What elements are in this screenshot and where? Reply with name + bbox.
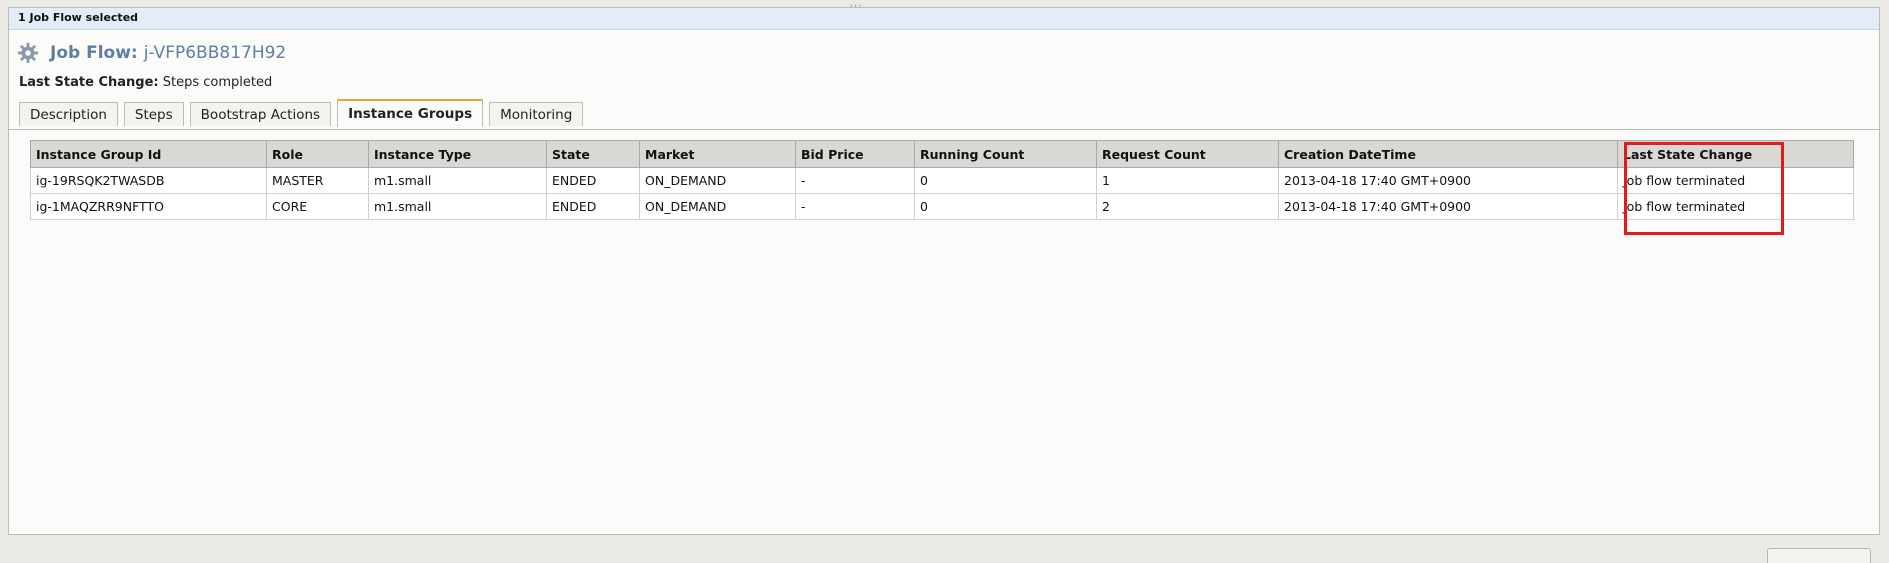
table-cell: ENDED <box>546 193 640 220</box>
tab-bootstrap-actions[interactable]: Bootstrap Actions <box>189 102 332 126</box>
last-state-change-summary: Last State Change: Steps completed <box>19 75 272 90</box>
table-cell: ig-19RSQK2TWASDB <box>30 167 267 194</box>
selection-count-text: 1 Job Flow selected <box>18 11 139 24</box>
table-cell: CORE <box>266 193 369 220</box>
last-state-change-label: Last State Change: <box>19 75 159 90</box>
table-cell: 2 <box>1096 193 1279 220</box>
last-state-change-value: Steps completed <box>162 75 273 90</box>
table-cell: 2013-04-18 17:40 GMT+0900 <box>1278 167 1618 194</box>
table-cell: m1.small <box>368 193 547 220</box>
table-cell: 0 <box>914 193 1097 220</box>
job-flow-label: Job Flow: <box>50 43 138 63</box>
tab-monitoring[interactable]: Monitoring <box>489 102 584 126</box>
column-header[interactable]: Bid Price <box>795 140 915 168</box>
table-cell: - <box>795 167 915 194</box>
table-cell: MASTER <box>266 167 369 194</box>
job-flow-id: j-VFP6BB817H92 <box>143 43 287 63</box>
table-cell: 0 <box>914 167 1097 194</box>
column-header[interactable]: Running Count <box>914 140 1097 168</box>
gear-icon <box>17 42 39 64</box>
table-header-row: Instance Group Id Role Instance Type Sta… <box>30 140 1854 168</box>
job-flow-detail-panel: 1 Job Flow selected Job Flow: j-VFP6BB81… <box>8 7 1880 535</box>
column-header[interactable]: Request Count <box>1096 140 1279 168</box>
table-cell: Job flow terminated <box>1617 193 1854 220</box>
table-cell: - <box>795 193 915 220</box>
table-cell: ON_DEMAND <box>639 193 796 220</box>
tab-steps[interactable]: Steps <box>123 102 184 126</box>
table-cell: ig-1MAQZRR9NFTTO <box>30 193 267 220</box>
table-cell: 1 <box>1096 167 1279 194</box>
table-cell: 2013-04-18 17:40 GMT+0900 <box>1278 193 1618 220</box>
table-cell: Job flow terminated <box>1617 167 1854 194</box>
table-cell: ON_DEMAND <box>639 167 796 194</box>
table-cell: ENDED <box>546 167 640 194</box>
column-header[interactable]: Market <box>639 140 796 168</box>
tab-instance-groups[interactable]: Instance Groups <box>337 99 484 127</box>
job-flow-title: Job Flow: j-VFP6BB817H92 <box>17 39 286 67</box>
instance-groups-table: Instance Group Id Role Instance Type Sta… <box>30 140 1854 220</box>
column-header[interactable]: Instance Type <box>368 140 547 168</box>
tab-description[interactable]: Description <box>19 102 118 126</box>
column-header[interactable]: Instance Group Id <box>30 140 267 168</box>
table-row[interactable]: ig-1MAQZRR9NFTTO CORE m1.small ENDED ON_… <box>30 193 1854 220</box>
column-header[interactable]: State <box>546 140 640 168</box>
selection-status-bar: 1 Job Flow selected <box>9 8 1879 30</box>
column-header[interactable]: Last State Change <box>1617 140 1854 168</box>
table-row[interactable]: ig-19RSQK2TWASDB MASTER m1.small ENDED O… <box>30 167 1854 194</box>
column-header[interactable]: Role <box>266 140 369 168</box>
table-cell: m1.small <box>368 167 547 194</box>
detail-tabs: Description Steps Bootstrap Actions Inst… <box>19 99 589 127</box>
column-header[interactable]: Creation DateTime <box>1278 140 1618 168</box>
tab-divider <box>9 129 1879 130</box>
